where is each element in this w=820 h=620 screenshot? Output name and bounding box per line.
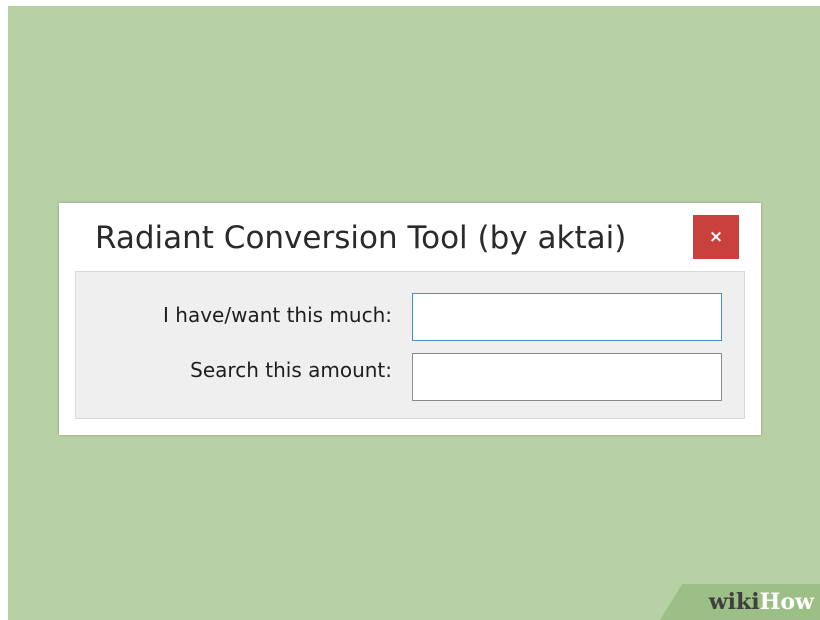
close-button[interactable]: × [693,215,739,259]
window-title: Radiant Conversion Tool (by aktai) [95,220,627,256]
have-want-label: I have/want this much: [163,303,392,327]
have-want-input[interactable] [412,293,722,341]
close-icon: × [708,227,724,247]
desktop-background: Radiant Conversion Tool (by aktai) × I h… [8,6,820,620]
watermark-how: How [759,589,814,615]
wikihow-watermark: wiki How [660,584,820,620]
search-amount-input[interactable] [412,353,722,401]
watermark-wiki: wiki [708,589,760,615]
search-amount-label: Search this amount: [190,358,392,382]
form-panel: I have/want this much: Search this amoun… [75,271,745,419]
conversion-tool-window: Radiant Conversion Tool (by aktai) × I h… [59,203,761,435]
